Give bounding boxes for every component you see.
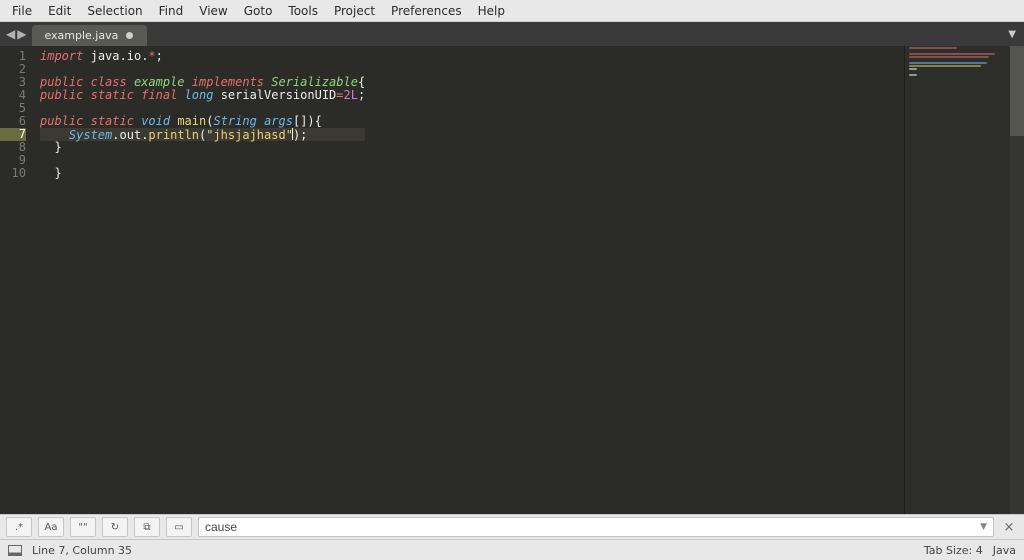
find-highlight-toggle[interactable]: ▭ [166, 517, 192, 537]
status-cursor-position[interactable]: Line 7, Column 35 [32, 544, 132, 557]
menu-tools[interactable]: Tools [282, 2, 324, 20]
line-number-gutter: 12345678910 [0, 46, 34, 514]
minimap-line [909, 62, 987, 64]
minimap-line [909, 74, 917, 76]
find-in-selection-toggle[interactable]: ⧉ [134, 517, 160, 537]
minimap-scroll-thumb[interactable] [1010, 46, 1024, 136]
menu-bar: FileEditSelection FindView GotoToolsProjec… [0, 0, 1024, 22]
minimap-line [909, 53, 995, 55]
code-line[interactable]: import java.io.*; [40, 50, 365, 63]
tab-nav-arrows: ◀ ▶ [0, 22, 32, 46]
minimap-line [909, 47, 957, 49]
tab-bar: ◀ ▶ example.java ▼ [0, 22, 1024, 46]
menu-selection[interactable]: Selection [81, 2, 148, 20]
menu-project[interactable]: Project [328, 2, 381, 20]
line-number: 7 [0, 128, 26, 141]
find-wrap-toggle[interactable]: ↻ [102, 517, 128, 537]
menu-find[interactable]: Find [153, 2, 190, 20]
minimap[interactable] [904, 46, 1024, 514]
code-line[interactable] [40, 154, 365, 167]
find-close-button[interactable]: × [1000, 520, 1018, 535]
minimap-line [909, 56, 989, 58]
minimap-line [909, 65, 981, 67]
menu-file[interactable]: File [6, 2, 38, 20]
panel-switch-icon[interactable] [8, 545, 22, 556]
find-regex-toggle[interactable]: .* [6, 517, 32, 537]
status-syntax[interactable]: Java [993, 544, 1016, 557]
code-line[interactable]: System.out.println("jhsjajhasd"); [40, 128, 365, 141]
code-line[interactable]: public static void main(String args[]){ [40, 115, 365, 128]
menu-goto[interactable]: Goto [238, 2, 279, 20]
tab-example-java[interactable]: example.java [32, 25, 147, 46]
find-input-wrapper: ▼ [198, 517, 994, 537]
code-line[interactable]: } [40, 167, 365, 180]
tab-dirty-indicator-icon [126, 32, 133, 39]
status-bar: Line 7, Column 35 Tab Size: 4 Java [0, 540, 1024, 560]
find-input[interactable] [205, 520, 974, 534]
minimap-line [909, 68, 917, 70]
tab-label: example.java [44, 29, 118, 42]
tab-overflow-menu-icon[interactable]: ▼ [1008, 22, 1016, 46]
menu-help[interactable]: Help [472, 2, 511, 20]
find-case-toggle[interactable]: Aa [38, 517, 64, 537]
code-editor[interactable]: 12345678910 import java.io.*;public clas… [0, 46, 1024, 514]
status-tab-size[interactable]: Tab Size: 4 [924, 544, 983, 557]
code-line[interactable]: } [40, 141, 365, 154]
line-number: 10 [0, 167, 26, 180]
editor-area: 12345678910 import java.io.*;public clas… [0, 46, 1024, 514]
find-history-dropdown-icon[interactable]: ▼ [980, 522, 987, 532]
menu-view[interactable]: View [193, 2, 233, 20]
find-whole-word-toggle[interactable]: "" [70, 517, 96, 537]
menu-edit[interactable]: Edit [42, 2, 77, 20]
menu-preferences[interactable]: Preferences [385, 2, 468, 20]
tab-nav-forward-icon[interactable]: ▶ [17, 27, 26, 41]
tab-nav-back-icon[interactable]: ◀ [6, 27, 15, 41]
code-line[interactable]: public static final long serialVersionUI… [40, 89, 365, 102]
find-bar: .* Aa "" ↻ ⧉ ▭ ▼ × [0, 514, 1024, 540]
code-content[interactable]: import java.io.*;public class example im… [34, 46, 365, 514]
